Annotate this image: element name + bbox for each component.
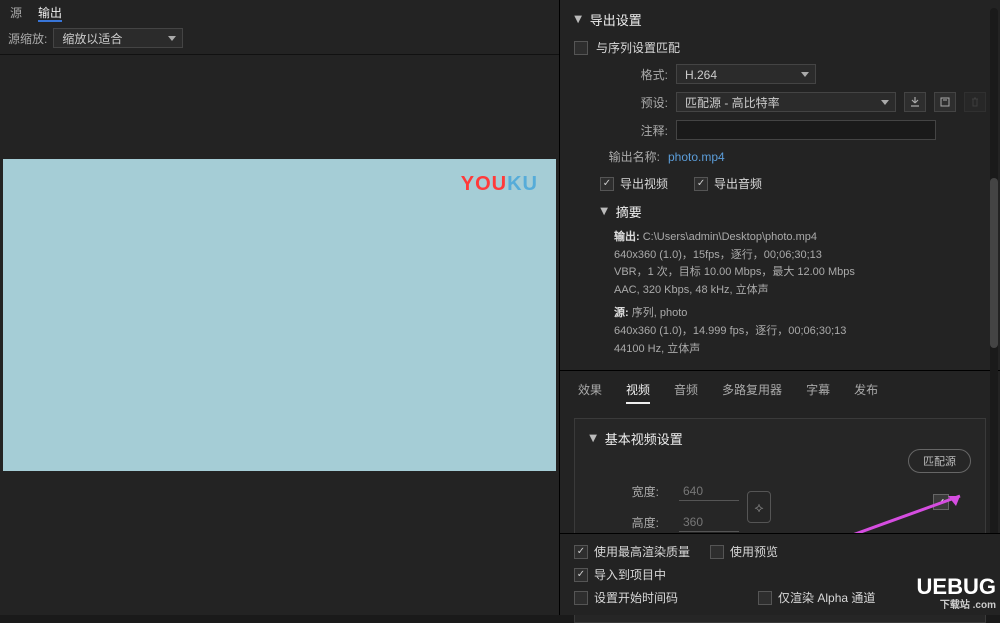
export-audio-label: 导出音频	[714, 175, 762, 192]
tab-output[interactable]: 输出	[38, 4, 62, 22]
tab-audio[interactable]: 音频	[674, 381, 698, 404]
summary-header[interactable]: ▶ 摘要	[560, 198, 1000, 227]
import-project-label: 导入到项目中	[594, 566, 666, 583]
match-source-button[interactable]: 匹配源	[908, 449, 971, 473]
tab-publish[interactable]: 发布	[854, 381, 878, 404]
output-name-row: 输出名称: photo.mp4	[560, 144, 1000, 169]
alpha-only-checkbox[interactable]	[758, 591, 772, 605]
format-row: 格式: H.264	[560, 60, 1000, 88]
youku-watermark: YOUKU	[461, 173, 538, 196]
tab-caption[interactable]: 字幕	[806, 381, 830, 404]
max-render-checkbox[interactable]	[574, 545, 588, 559]
export-video-label: 导出视频	[620, 175, 668, 192]
preset-row: 预设: 匹配源 - 高比特率	[560, 88, 1000, 116]
use-preview-checkbox[interactable]	[710, 545, 724, 559]
match-sequence-row: 与序列设置匹配	[560, 35, 1000, 60]
match-sequence-label: 与序列设置匹配	[596, 39, 680, 56]
export-settings-header[interactable]: ▶ 导出设置	[560, 0, 1000, 35]
tab-mux[interactable]: 多路复用器	[722, 381, 782, 404]
delete-preset-icon	[964, 92, 986, 112]
chevron-down-icon: ▶	[587, 435, 598, 443]
summary-source: 源: 序列, photo 640x360 (1.0)，14.999 fps，逐行…	[560, 303, 1000, 362]
source-tabs: 源 输出	[0, 0, 559, 22]
tab-source[interactable]: 源	[10, 4, 22, 22]
width-label: 宽度:	[589, 483, 659, 500]
preview-frame: YOUKU	[3, 159, 556, 471]
format-select[interactable]: H.264	[676, 64, 816, 84]
comment-row: 注释:	[560, 116, 1000, 144]
max-render-label: 使用最高渲染质量	[594, 543, 690, 560]
chevron-down-icon: ▶	[598, 208, 609, 216]
tab-video[interactable]: 视频	[626, 381, 650, 404]
zoom-label: 源缩放:	[8, 30, 47, 47]
height-input[interactable]: 360	[679, 513, 739, 532]
chevron-down-icon: ▶	[572, 16, 583, 24]
use-preview-label: 使用预览	[730, 543, 778, 560]
zoom-row: 源缩放: 缩放以适合	[0, 22, 559, 55]
bottom-options: 使用最高渲染质量 使用预览 导入到项目中 设置开始时间码	[560, 533, 1000, 615]
export-audio-checkbox[interactable]	[694, 177, 708, 191]
preset-select[interactable]: 匹配源 - 高比特率	[676, 92, 896, 112]
export-video-checkbox[interactable]	[600, 177, 614, 191]
settings-tabs: 效果 视频 音频 多路复用器 字幕 发布	[560, 370, 1000, 410]
width-input[interactable]: 640	[679, 482, 739, 501]
dimensions-match-checkbox[interactable]	[933, 494, 949, 510]
output-name-link[interactable]: photo.mp4	[668, 150, 725, 164]
summary-output: 输出: C:\Users\admin\Desktop\photo.mp4 640…	[560, 227, 1000, 303]
link-dimensions-icon[interactable]: ⟡	[747, 491, 771, 523]
import-project-checkbox[interactable]	[574, 568, 588, 582]
preset-label: 预设:	[620, 94, 668, 111]
scrollbar[interactable]	[990, 8, 998, 568]
comment-label: 注释:	[620, 122, 668, 139]
basic-video-title: 基本视频设置	[605, 429, 683, 448]
export-panel: ▶ 导出设置 与序列设置匹配 格式: H.264 预设: 匹配源 - 高比特率	[560, 0, 1000, 615]
output-name-label: 输出名称:	[602, 148, 660, 165]
start-tc-label: 设置开始时间码	[594, 589, 678, 606]
preview-area: YOUKU	[0, 55, 559, 615]
start-tc-checkbox[interactable]	[574, 591, 588, 605]
source-panel: 源 输出 源缩放: 缩放以适合 YOUKU	[0, 0, 560, 615]
alpha-only-label: 仅渲染 Alpha 通道	[778, 589, 875, 606]
import-preset-icon[interactable]	[934, 92, 956, 112]
tab-effects[interactable]: 效果	[578, 381, 602, 404]
format-label: 格式:	[620, 66, 668, 83]
height-label: 高度:	[589, 514, 659, 531]
comment-input[interactable]	[676, 120, 936, 140]
match-sequence-checkbox[interactable]	[574, 41, 588, 55]
save-preset-icon[interactable]	[904, 92, 926, 112]
zoom-select[interactable]: 缩放以适合	[53, 28, 183, 48]
export-av-row: 导出视频 导出音频	[560, 169, 1000, 198]
